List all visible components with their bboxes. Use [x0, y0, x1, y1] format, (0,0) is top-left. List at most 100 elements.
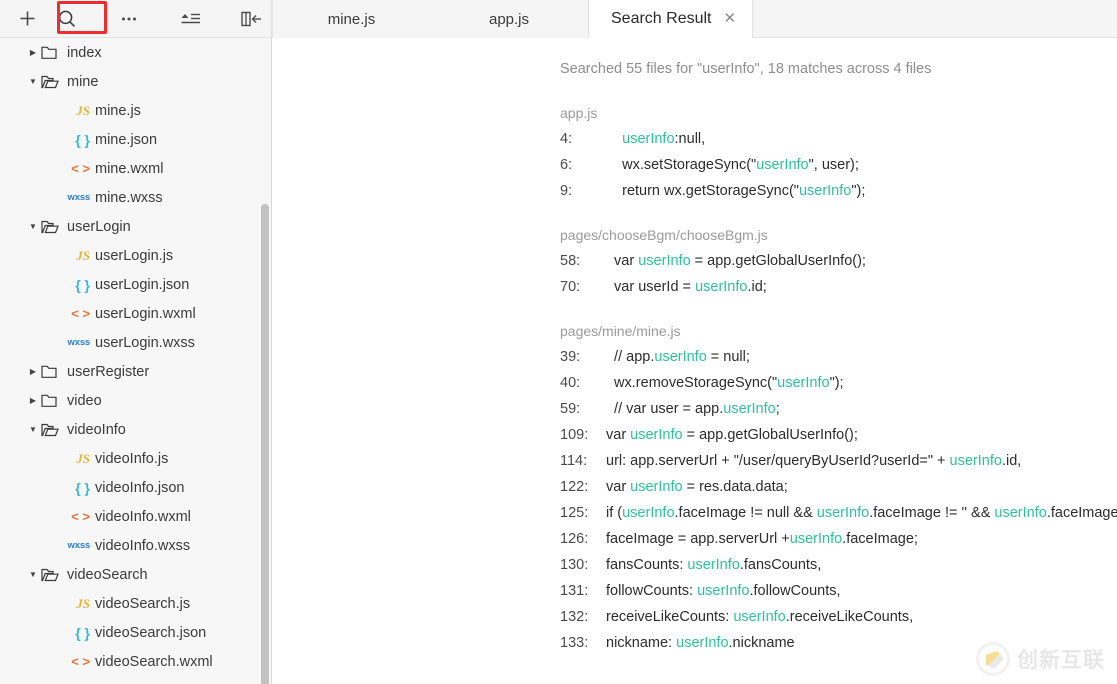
tree-file-videosearch-wxml[interactable]: < > videoSearch.wxml [0, 647, 271, 676]
result-match-row[interactable]: 130: fansCounts: userInfo.fansCounts, [272, 552, 1117, 578]
tree-file-mine-wxml[interactable]: < > mine.wxml [0, 154, 271, 183]
result-group: pages/mine/mine.js 39: // app.userInfo = … [272, 318, 1117, 656]
json-file-icon: { } [75, 276, 90, 293]
chevron-right-icon[interactable]: ▶ [26, 396, 40, 405]
match-highlight: userInfo [687, 557, 740, 573]
add-file-button[interactable] [7, 3, 47, 35]
top-bar: mine.js app.js Search Result ✕ [0, 0, 1117, 38]
result-match-row[interactable]: 40: wx.removeStorageSync("userInfo"); [272, 370, 1117, 396]
tree-file-videoinfo-wxss[interactable]: wxss videoInfo.wxss [0, 531, 271, 560]
collapse-panel-icon [241, 11, 261, 26]
tree-file-videoinfo-wxml[interactable]: < > videoInfo.wxml [0, 502, 271, 531]
tree-file-videosearch-wxss[interactable]: wxssvideoSearch.wxss [0, 676, 271, 684]
tree-item-label: videoInfo.wxml [95, 508, 191, 525]
match-highlight: userInfo [638, 253, 691, 269]
chevron-right-icon[interactable]: ▶ [26, 367, 40, 376]
code-text: .receiveLikeCounts, [785, 609, 914, 625]
tree-item-label: videoInfo.wxss [95, 537, 191, 554]
tree-file-videosearch-js[interactable]: JS videoSearch.js [0, 589, 271, 618]
tree-file-userlogin-js[interactable]: JS userLogin.js [0, 241, 271, 270]
code-text: var userId = [606, 279, 696, 295]
tab-close-icon[interactable]: ✕ [724, 11, 737, 26]
chevron-down-icon[interactable]: ▼ [26, 222, 40, 231]
tree-item-label: videoInfo.js [95, 450, 169, 467]
tree-file-userlogin-wxml[interactable]: < > userLogin.wxml [0, 299, 271, 328]
tree-folder-userregister[interactable]: ▶ userRegister [0, 357, 271, 386]
code-text: wx.setStorageSync(" [606, 157, 757, 173]
result-match-row[interactable]: 132: receiveLikeCounts: userInfo.receiveL… [272, 604, 1117, 630]
result-match-row[interactable]: 126: faceImage = app.serverUrl +userInfo.… [272, 526, 1117, 552]
tree-file-videoinfo-json[interactable]: { } videoInfo.json [0, 473, 271, 502]
tab-mine-js[interactable]: mine.js [272, 0, 430, 38]
result-code-snippet: faceImage = app.serverUrl +userInfo.face… [606, 526, 918, 552]
match-highlight: userInfo [630, 427, 683, 443]
tree-item-label: videoSearch [67, 566, 148, 583]
code-text: // var user = app. [606, 401, 724, 417]
tab-app-js[interactable]: app.js [430, 0, 588, 38]
search-summary: Searched 55 files for "userInfo", 18 mat… [560, 61, 932, 77]
result-match-row[interactable]: 114: url: app.serverUrl + "/user/queryByU… [272, 448, 1117, 474]
code-text: .id; [747, 279, 767, 295]
result-match-row[interactable]: 131: followCounts: userInfo.followCounts, [272, 578, 1117, 604]
result-match-row[interactable]: 133: nickname: userInfo.nickname [272, 630, 1117, 656]
tree-folder-video[interactable]: ▶ video [0, 386, 271, 415]
result-match-row[interactable]: 6: wx.setStorageSync("userInfo", user); [272, 152, 1117, 178]
tree-item-label: mine.js [95, 102, 141, 119]
tree-file-userlogin-wxss[interactable]: wxss userLogin.wxss [0, 328, 271, 357]
tab-search-result[interactable]: Search Result ✕ [588, 0, 754, 38]
result-code-snippet: var userId = userInfo.id; [606, 274, 767, 300]
match-highlight: userInfo [676, 635, 729, 651]
result-code-snippet: fansCounts: userInfo.fansCounts, [606, 552, 821, 578]
result-match-row[interactable]: 122: var userInfo = res.data.data; [272, 474, 1117, 500]
result-match-row[interactable]: 4: userInfo:null, [272, 126, 1117, 152]
result-match-row[interactable]: 9: return wx.getStorageSync("userInfo"); [272, 178, 1117, 204]
tree-item-label: videoSearch.json [95, 624, 207, 641]
more-options-button[interactable] [109, 3, 149, 35]
result-match-row[interactable]: 39: // app.userInfo = null; [272, 344, 1117, 370]
result-group-file-path[interactable]: app.js [272, 100, 1117, 126]
result-match-row[interactable]: 125: if (userInfo.faceImage != null && us… [272, 500, 1117, 526]
file-explorer-sidebar: ▶ index ▼ mine JS mine.js { } mine.json < > mine.… [0, 38, 272, 684]
result-line-number: 59: [560, 401, 581, 417]
chevron-down-icon[interactable]: ▼ [26, 77, 40, 86]
result-match-row[interactable]: 70: var userId = userInfo.id; [272, 274, 1117, 300]
result-line-number: 6: [560, 157, 573, 173]
main-body: ▶ index ▼ mine JS mine.js { } mine.json < > mine.… [0, 38, 1117, 684]
tree-file-videosearch-json[interactable]: { } videoSearch.json [0, 618, 271, 647]
code-text: var [606, 427, 631, 443]
result-line-number: 122: [560, 479, 589, 495]
tree-file-mine-js[interactable]: JS mine.js [0, 96, 271, 125]
match-highlight: userInfo [622, 505, 675, 521]
tree-item-label: userLogin.wxss [95, 334, 195, 351]
tree-file-userlogin-json[interactable]: { } userLogin.json [0, 270, 271, 299]
tree-file-mine-wxss[interactable]: wxss mine.wxss [0, 183, 271, 212]
tree-folder-userlogin[interactable]: ▼ userLogin [0, 212, 271, 241]
sidebar-scrollbar-thumb[interactable] [261, 204, 269, 684]
tree-folder-mine[interactable]: ▼ mine [0, 67, 271, 96]
tree-file-videoinfo-js[interactable]: JS videoInfo.js [0, 444, 271, 473]
outline-button[interactable] [171, 3, 211, 35]
search-button[interactable] [47, 3, 87, 35]
chevron-right-icon[interactable]: ▶ [26, 48, 40, 57]
result-group-file-path[interactable]: pages/mine/mine.js [272, 318, 1117, 344]
tree-item-label: userLogin.json [95, 276, 190, 293]
tree-folder-index[interactable]: ▶ index [0, 38, 271, 67]
result-code-snippet: var userInfo = res.data.data; [606, 474, 788, 500]
folder-icon [40, 364, 60, 379]
tree-folder-videoinfo[interactable]: ▼ videoInfo [0, 415, 271, 444]
result-line-number: 133: [560, 635, 589, 651]
tree-folder-videosearch[interactable]: ▼ videoSearch [0, 560, 271, 589]
code-text: nickname: [606, 635, 677, 651]
collapse-sidebar-button[interactable] [231, 3, 271, 35]
search-results-pane: Searched 55 files for "userInfo", 18 mat… [272, 38, 1117, 684]
code-text: ", user); [808, 157, 859, 173]
result-line-number: 4: [560, 131, 573, 147]
result-match-row[interactable]: 58: var userInfo = app.getGlobalUserInfo… [272, 248, 1117, 274]
chevron-down-icon[interactable]: ▼ [26, 425, 40, 434]
result-match-row[interactable]: 59: // var user = app.userInfo; [272, 396, 1117, 422]
chevron-down-icon[interactable]: ▼ [26, 570, 40, 579]
result-match-row[interactable]: 109: var userInfo = app.getGlobalUserInfo… [272, 422, 1117, 448]
code-text: .faceImage != '' && [869, 505, 995, 521]
tree-file-mine-json[interactable]: { } mine.json [0, 125, 271, 154]
result-group-file-path[interactable]: pages/chooseBgm/chooseBgm.js [272, 222, 1117, 248]
